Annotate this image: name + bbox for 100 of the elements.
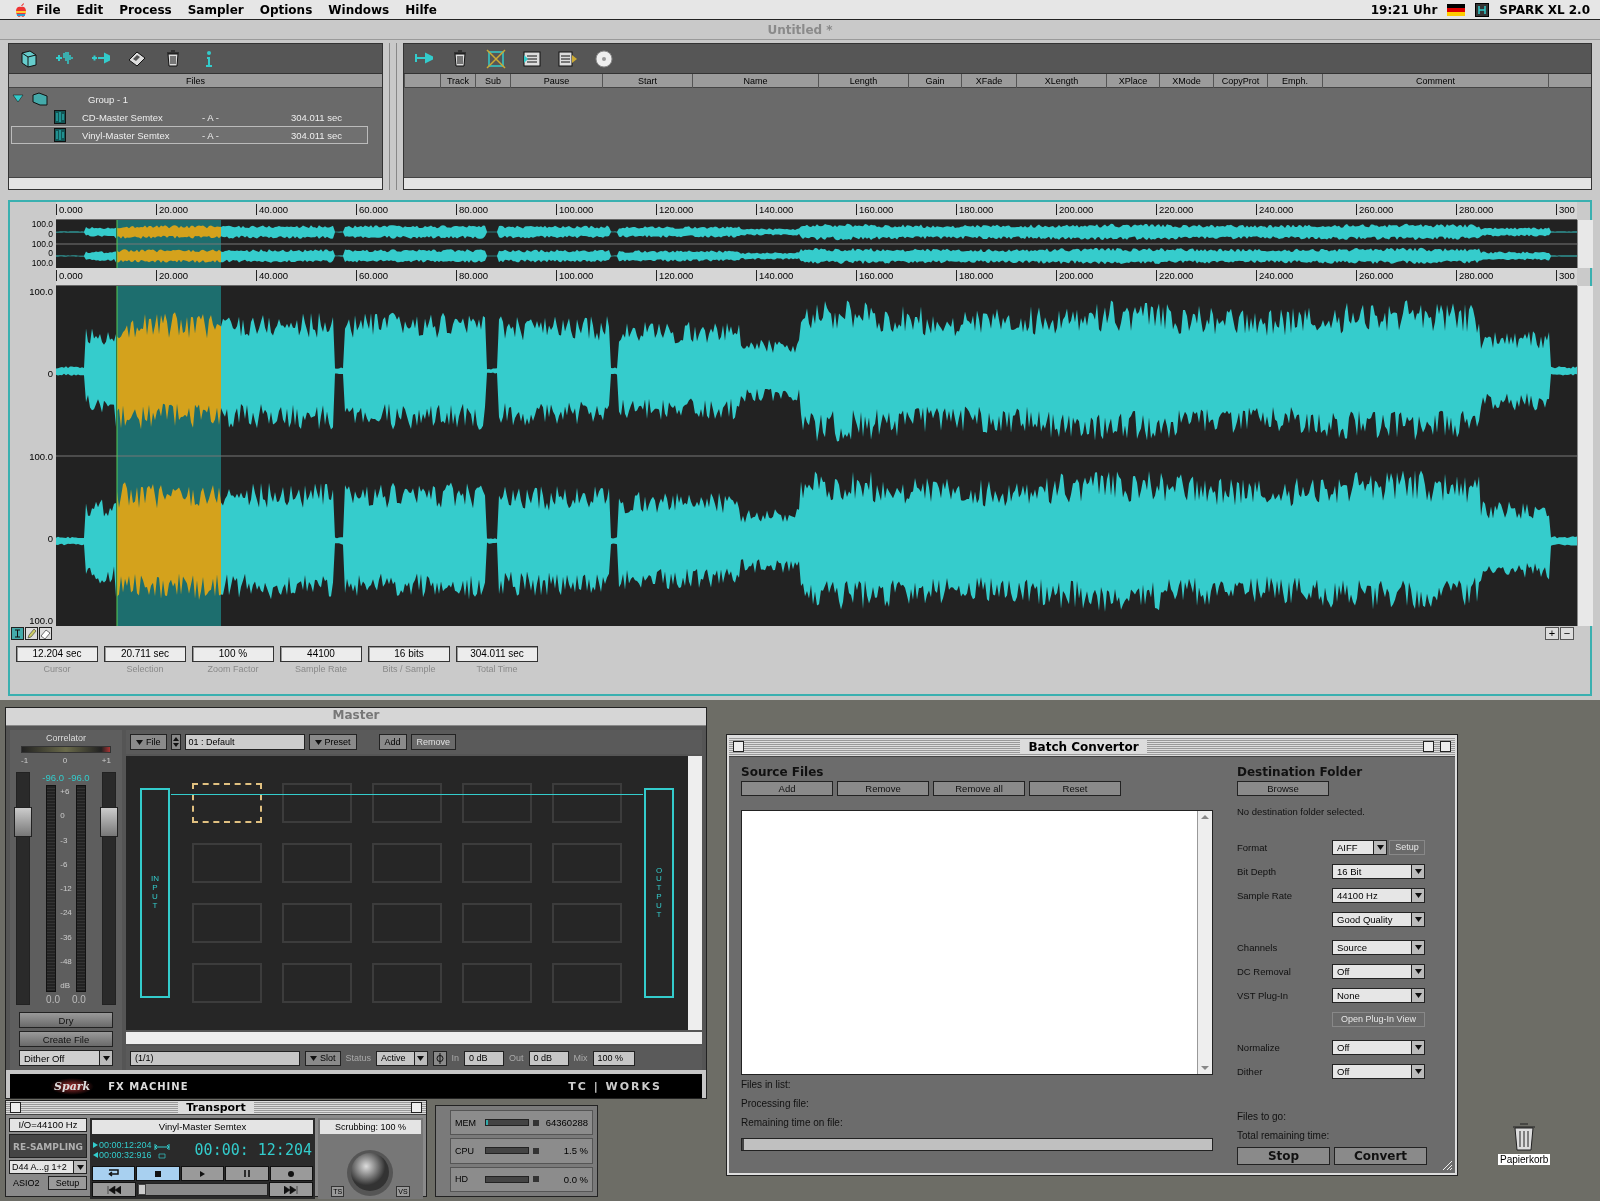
- input-gain-field[interactable]: 0 dB: [464, 1050, 505, 1066]
- preset-name-field[interactable]: 01 : Default: [184, 734, 305, 750]
- setting-dropdown[interactable]: None: [1332, 987, 1425, 1003]
- stop-button[interactable]: [136, 1166, 180, 1181]
- list-arrow-icon[interactable]: [558, 48, 578, 69]
- create-file-button[interactable]: Create File: [19, 1031, 113, 1047]
- action-button[interactable]: Convert: [1334, 1147, 1427, 1165]
- scrollbar[interactable]: [1197, 811, 1212, 1074]
- application-name[interactable]: SPARK XL 2.0: [1499, 2, 1590, 17]
- menu-item[interactable]: Edit: [68, 2, 112, 17]
- source-button[interactable]: Reset: [1029, 781, 1121, 796]
- menu-item[interactable]: Hilfe: [397, 2, 445, 17]
- loop-button[interactable]: [92, 1166, 136, 1181]
- column-header: CopyProt: [1213, 74, 1267, 88]
- file-menu-button[interactable]: File: [130, 734, 167, 750]
- fader-thumb[interactable]: [14, 807, 32, 837]
- app-icon[interactable]: [1475, 2, 1490, 17]
- remove-button[interactable]: Remove: [410, 734, 457, 750]
- setting-dropdown[interactable]: Off: [1332, 1039, 1425, 1055]
- add-button[interactable]: Add: [378, 734, 407, 750]
- source-button[interactable]: Add: [741, 781, 833, 796]
- menu-item[interactable]: Options: [251, 2, 321, 17]
- close-box[interactable]: [733, 741, 744, 752]
- flag-icon[interactable]: [1447, 3, 1466, 16]
- vertical-scrollbar[interactable]: [1577, 286, 1593, 626]
- action-button[interactable]: Stop: [1237, 1147, 1330, 1165]
- mix-label: Mix: [573, 1053, 588, 1063]
- setting-dropdown[interactable]: AIFF: [1332, 839, 1387, 855]
- phase-icon[interactable]: [432, 1050, 447, 1066]
- horizontal-scrollbar[interactable]: [9, 177, 382, 189]
- waveform-drawing[interactable]: [56, 286, 1577, 626]
- setting-dropdown[interactable]: 16 Bit: [1332, 863, 1425, 879]
- setting-dropdown[interactable]: Source: [1332, 939, 1425, 955]
- collapse-box[interactable]: [411, 1102, 422, 1113]
- zoom-button[interactable]: +: [1545, 626, 1559, 640]
- setting-dropdown[interactable]: Good Quality: [1332, 911, 1425, 927]
- eraser-icon[interactable]: [39, 626, 52, 640]
- vertical-scrollbar[interactable]: [1577, 220, 1593, 268]
- trash-label[interactable]: Papierkorb: [1498, 1154, 1551, 1165]
- caret-icon: [417, 1055, 425, 1061]
- menu-item[interactable]: Sampler: [179, 2, 252, 17]
- file-name: CD-Master Semtex: [82, 111, 164, 123]
- output-gain-field[interactable]: 0 dB: [528, 1050, 569, 1066]
- menu-item[interactable]: Process: [111, 2, 180, 17]
- status-dropdown[interactable]: Active: [376, 1050, 428, 1066]
- stepper-icon[interactable]: [170, 734, 181, 750]
- setup-button[interactable]: Setup: [48, 1176, 87, 1190]
- source-button[interactable]: Remove: [837, 781, 929, 796]
- knob-icon[interactable]: [346, 1149, 395, 1197]
- slot-menu-button[interactable]: Slot: [305, 1050, 341, 1066]
- preset-menu-button[interactable]: Preset: [308, 734, 357, 750]
- horizontal-scrollbar[interactable]: [404, 177, 1591, 189]
- pause-button[interactable]: [225, 1166, 269, 1181]
- setting-dropdown[interactable]: Off: [1332, 1063, 1425, 1079]
- tree-row[interactable]: Group - 1: [11, 90, 368, 108]
- disc-icon[interactable]: [594, 48, 614, 69]
- dither-dropdown[interactable]: Dither Off: [19, 1050, 113, 1066]
- dry-button[interactable]: Dry: [19, 1012, 113, 1028]
- fast-forward-icon: [284, 1185, 298, 1194]
- file-row[interactable]: Vinyl-Master Semtex - A - 304.011 sec: [11, 126, 368, 144]
- status-text: Files in list:: [741, 1078, 792, 1092]
- setting-dropdown[interactable]: Off: [1332, 963, 1425, 979]
- expanded-triangle-icon[interactable]: [12, 94, 24, 104]
- resize-grip-icon[interactable]: [1441, 1159, 1453, 1171]
- rewind-button[interactable]: [92, 1182, 136, 1197]
- mix-field[interactable]: 100 %: [592, 1050, 635, 1066]
- pencil-icon[interactable]: [25, 626, 38, 640]
- menu-item[interactable]: File: [28, 2, 69, 17]
- indicator-light: [533, 1176, 539, 1183]
- effect-slot[interactable]: [282, 783, 352, 823]
- menu-item[interactable]: Windows: [320, 2, 398, 17]
- browse-button[interactable]: Browse: [1237, 781, 1329, 796]
- slot-name-field[interactable]: (1/1): [130, 1050, 300, 1066]
- meter-label: CPU: [455, 1146, 475, 1156]
- record-button[interactable]: [269, 1166, 314, 1181]
- list-icon[interactable]: [522, 48, 542, 69]
- effect-slot[interactable]: [462, 783, 532, 823]
- position-slider[interactable]: [137, 1183, 268, 1196]
- source-button[interactable]: Remove all: [933, 781, 1025, 796]
- overview-waveform-drawing[interactable]: [56, 220, 1577, 268]
- effect-slot[interactable]: [552, 783, 622, 823]
- fader-thumb[interactable]: [100, 807, 118, 837]
- collapse-box[interactable]: [1440, 741, 1451, 752]
- close-box[interactable]: [10, 1102, 21, 1113]
- zoom-button[interactable]: −: [1560, 626, 1574, 640]
- select-tool-icon[interactable]: [11, 626, 24, 640]
- meter-value: 1.5 %: [563, 1145, 588, 1157]
- crossed-frame-icon[interactable]: [486, 48, 506, 69]
- right-triangle-icon: [93, 1142, 98, 1148]
- device-dropdown[interactable]: D44 A...g 1+2: [9, 1160, 87, 1174]
- setting-dropdown[interactable]: 44100 Hz: [1332, 887, 1425, 903]
- file-row[interactable]: CD-Master Semtex - A - 304.011 sec: [11, 108, 368, 126]
- ruler-label: 220.000: [1156, 204, 1194, 215]
- slider-thumb[interactable]: [138, 1184, 146, 1195]
- fast-forward-button[interactable]: [269, 1182, 313, 1197]
- apple-logo-icon[interactable]: [14, 1, 28, 18]
- play-button[interactable]: [180, 1166, 225, 1181]
- horizontal-scrollbar[interactable]: [126, 1032, 702, 1044]
- zoom-box[interactable]: [1423, 741, 1434, 752]
- effect-slot[interactable]: [372, 783, 442, 823]
